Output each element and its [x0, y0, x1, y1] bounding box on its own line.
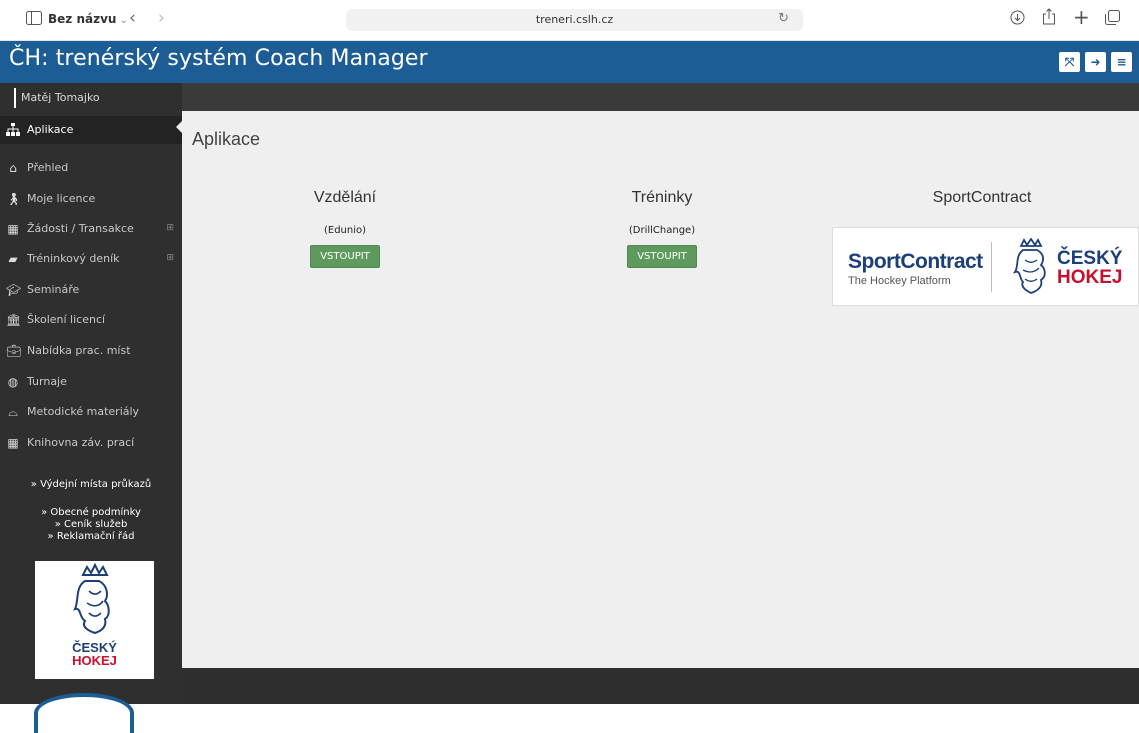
- sidebar-item-label: Školení licencí: [27, 313, 106, 326]
- app-subtitle: (DrillChange): [628, 225, 696, 236]
- logo-text: ČESKÝ HOKEJ: [35, 641, 154, 667]
- chevron-down-icon: ⌄: [119, 15, 128, 26]
- banner-divider: [991, 242, 992, 292]
- main-content: Aplikace Vzdělání (Edunio) VSTOUPIT Trén…: [182, 111, 1139, 668]
- sidebar-item-metodicke-materialy[interactable]: ⌓ Metodické materiály: [0, 398, 182, 426]
- vstoupit-button-edunio[interactable]: VSTOUPIT: [310, 245, 380, 268]
- sidebar-item-label: Moje licence: [27, 192, 96, 205]
- footer-bar: [182, 668, 1139, 704]
- share-icon[interactable]: [1042, 8, 1056, 30]
- user-name[interactable]: Matěj Tomajko: [14, 88, 100, 108]
- link-cenik-sluzeb[interactable]: » Ceník služeb: [0, 519, 182, 531]
- sidebar-item-label: Knihovna záv. prací: [27, 436, 135, 449]
- app-card-vzdelani: Vzdělání (Edunio) VSTOUPIT: [258, 189, 432, 268]
- sidebar-item-label: Semináře: [27, 283, 80, 296]
- briefcase-icon: 💼︎: [6, 344, 22, 358]
- sportcontract-tagline: The Hockey Platform: [848, 275, 951, 287]
- browser-toolbar: Bez názvu ⌄ ‹ › treneri.cslh.cz ↻ +: [0, 0, 1139, 41]
- tab-title-label: Bez názvu: [48, 12, 117, 26]
- forward-icon[interactable]: ›: [158, 8, 165, 28]
- app-header: ČH: trenérský systém Coach Manager ⤧ ➜ ≡: [0, 41, 1139, 83]
- sidebar-item-label: Tréninkový deník: [27, 252, 120, 265]
- top-strip: [182, 83, 1139, 111]
- url-text: treneri.cslh.cz: [535, 13, 614, 26]
- institution-icon: 🏛︎: [6, 313, 22, 327]
- sidebar-item-knihovna[interactable]: ▦ Knihovna záv. prací: [0, 429, 182, 457]
- sidebar-item-label: Přehled: [27, 161, 69, 174]
- address-bar[interactable]: treneri.cslh.cz ↻: [346, 9, 803, 31]
- app-card-sportcontract: SportContract: [882, 189, 1082, 207]
- graduation-cap-icon: 🎓︎: [6, 283, 22, 297]
- page-title: Aplikace: [192, 129, 261, 149]
- app-title: SportContract: [932, 189, 1032, 206]
- link-obecne-podminky[interactable]: » Obecné podmínky: [0, 507, 182, 519]
- hamburger-icon: ≡: [1116, 55, 1127, 69]
- sidebar-item-label: Aplikace: [27, 123, 74, 136]
- app-title: ČH: trenérský systém Coach Manager: [9, 46, 428, 71]
- app-card-treninky: Tréninky (DrillChange) VSTOUPIT: [575, 189, 749, 268]
- link-vydejni-mista[interactable]: » Výdejní místa průkazů: [0, 479, 182, 491]
- globe-icon: ◍: [7, 375, 19, 389]
- sidebar-item-label: Žádosti / Transakce: [27, 222, 134, 235]
- sidebar-item-treninkovy-denik[interactable]: ▰ Tréninkový deník ⊞: [0, 245, 182, 273]
- download-icon[interactable]: [1010, 10, 1025, 30]
- menu-button[interactable]: ≡: [1111, 52, 1132, 72]
- home-icon: ⌂: [9, 161, 17, 175]
- logout-button[interactable]: ➜: [1085, 52, 1106, 72]
- table-icon: ▦: [7, 222, 19, 236]
- link-reklamacni-rad[interactable]: » Reklamační řád: [0, 531, 182, 543]
- sidebar-toggle-icon[interactable]: [26, 10, 42, 30]
- sidebar-item-nabidka-prac-mist[interactable]: 💼︎ Nabídka prac. míst: [0, 337, 182, 365]
- expand-plus-icon[interactable]: ⊞: [166, 223, 174, 233]
- partner-line2: HOKEJ: [1057, 267, 1123, 288]
- back-icon[interactable]: ‹: [129, 8, 136, 28]
- lion-crest-icon: [73, 562, 110, 635]
- app-title: Vzdělání: [313, 189, 377, 206]
- sportcontract-banner[interactable]: SportContract The Hockey Platform ČESKÝ …: [832, 227, 1139, 306]
- sidebar-item-seminare[interactable]: 🎓︎ Semináře: [0, 276, 182, 304]
- secondary-logo-partial: [34, 693, 134, 733]
- sportcontract-wordmark: SportContract: [848, 250, 983, 273]
- vstoupit-button-drillchange[interactable]: VSTOUPIT: [627, 245, 697, 268]
- app-subtitle: (Edunio): [323, 225, 367, 236]
- cesky-hokej-logo: ČESKÝ HOKEJ: [35, 561, 154, 679]
- sidebar-item-skoleni-licenci[interactable]: 🏛︎ Školení licencí: [0, 306, 182, 334]
- tab-title[interactable]: Bez názvu ⌄: [48, 12, 128, 26]
- table-icon: ▦: [7, 436, 19, 450]
- sidebar-item-turnaje[interactable]: ◍ Turnaje: [0, 368, 182, 396]
- app-title: Tréninky: [631, 189, 693, 206]
- new-tab-icon[interactable]: +: [1073, 7, 1090, 27]
- inbox-icon: ⌓: [8, 405, 18, 419]
- sidebar-item-moje-licence[interactable]: 🚶︎ Moje licence: [0, 185, 182, 213]
- sitemap-icon: [6, 123, 20, 137]
- expand-icon: ⤧: [1064, 55, 1075, 69]
- book-icon: ▰: [8, 252, 18, 266]
- person-icon: 🚶︎: [6, 192, 22, 206]
- partner-line1: ČESKÝ: [1057, 248, 1123, 269]
- sidebar-item-label: Nabídka prac. míst: [27, 344, 131, 357]
- sidebar-item-label: Turnaje: [27, 375, 67, 388]
- expand-plus-icon[interactable]: ⊞: [166, 253, 174, 263]
- reload-icon[interactable]: ↻: [778, 11, 789, 26]
- sidebar-item-prehled[interactable]: ⌂ Přehled: [0, 154, 182, 182]
- sign-out-icon: ➜: [1090, 55, 1101, 69]
- sidebar-item-aplikace[interactable]: Aplikace: [0, 116, 182, 144]
- cesky-hokej-wordmark: ČESKÝ HOKEJ: [1057, 249, 1122, 287]
- fullscreen-button[interactable]: ⤧: [1059, 52, 1080, 72]
- sidebar: Matěj Tomajko Aplikace ⌂ Přehled 🚶︎ Moje…: [0, 83, 182, 733]
- tabs-overview-icon[interactable]: [1105, 10, 1120, 30]
- sidebar-item-label: Metodické materiály: [27, 405, 140, 418]
- logo-line2: HOKEJ: [72, 653, 117, 668]
- lion-crest-icon: [1012, 238, 1046, 294]
- sidebar-item-zadosti[interactable]: ▦ Žádosti / Transakce ⊞: [0, 215, 182, 243]
